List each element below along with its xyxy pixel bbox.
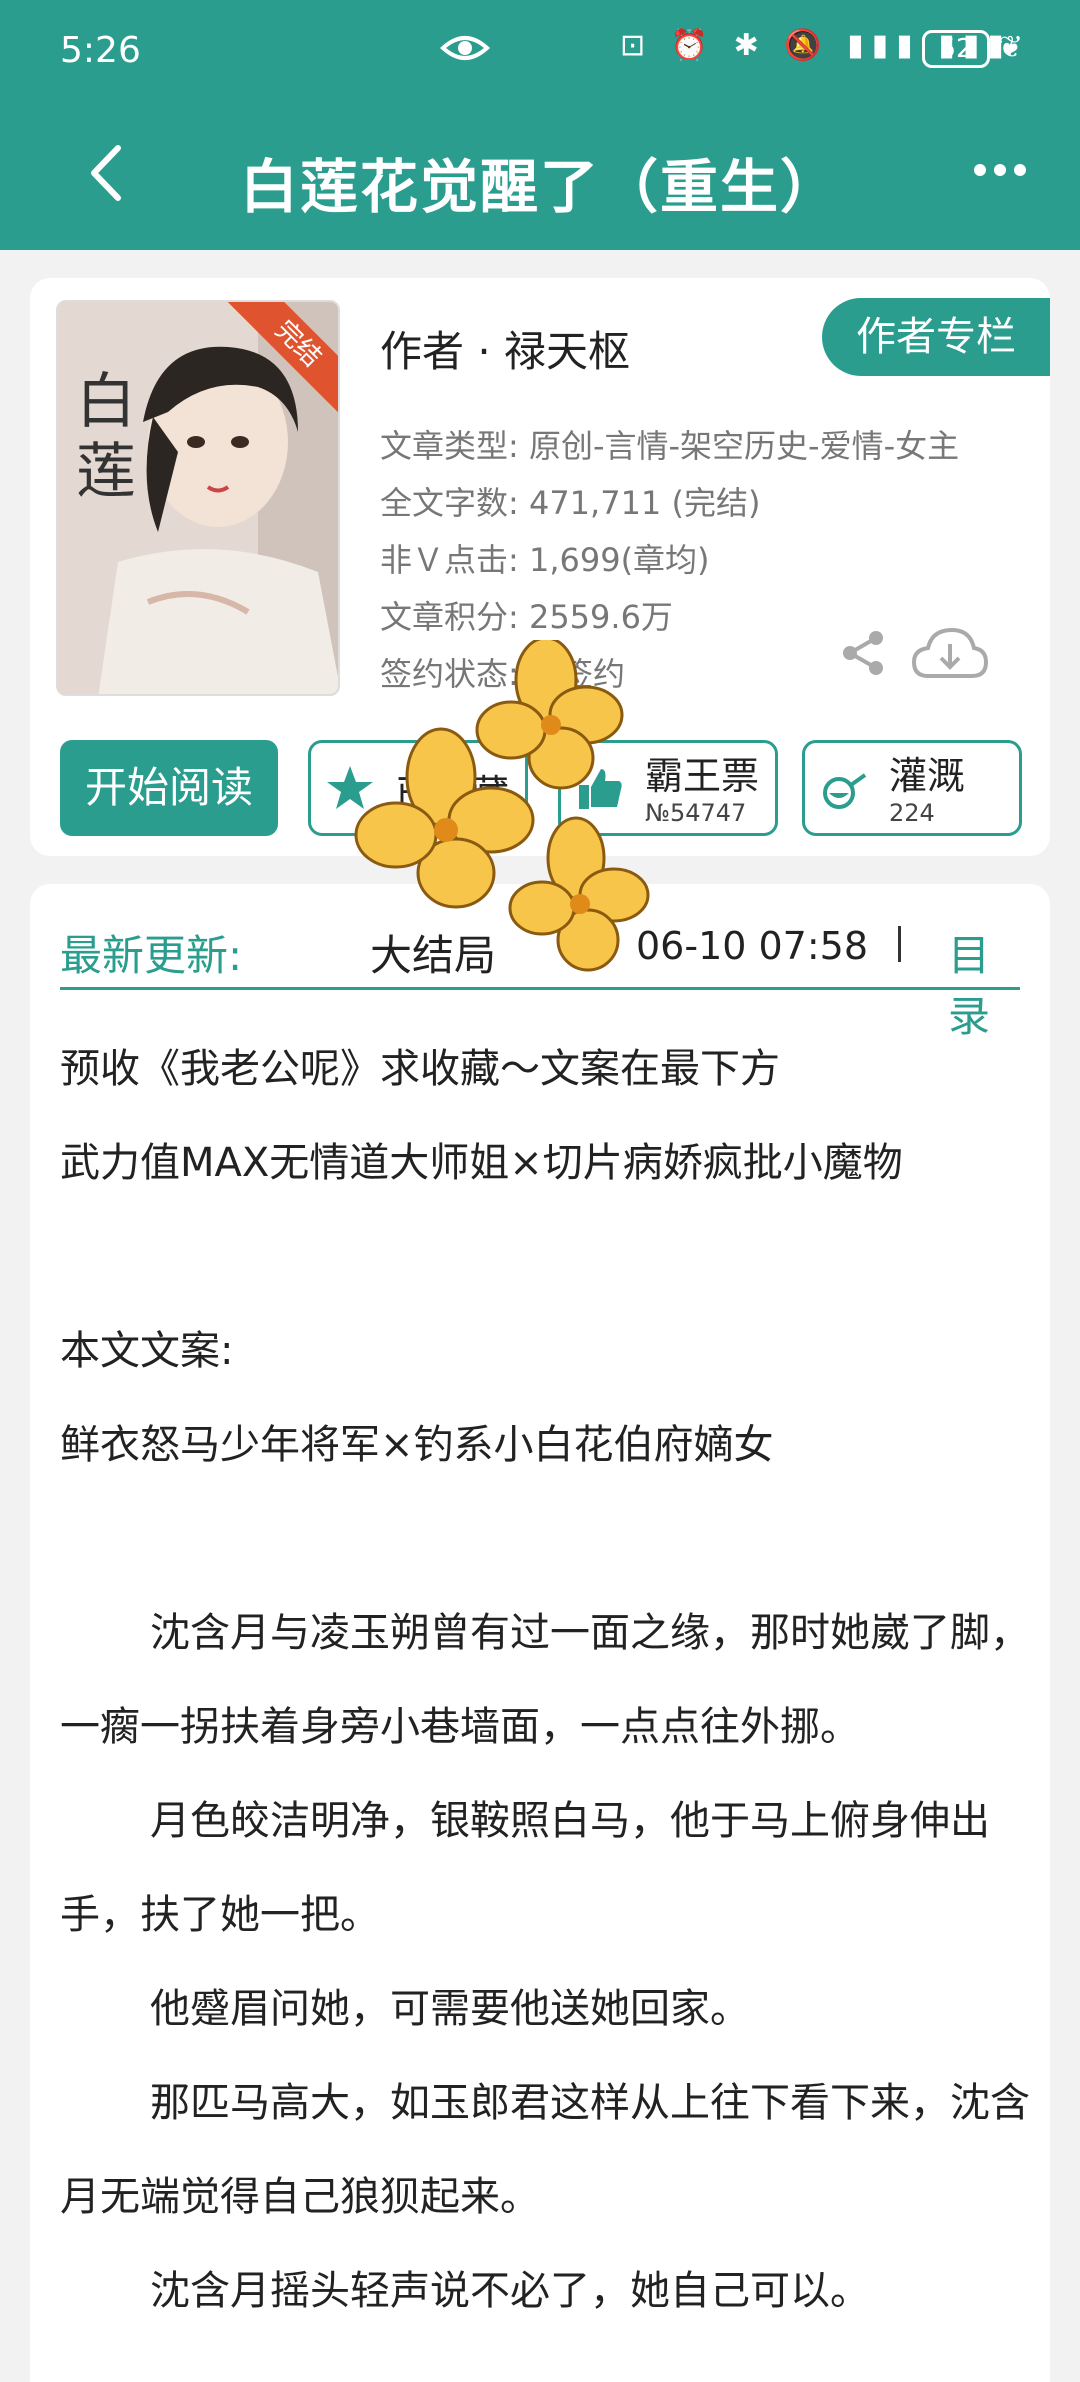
download-icon[interactable] <box>910 622 990 686</box>
thumbs-up-icon <box>579 769 622 809</box>
paragraph: 他蹙眉问她，可需要他送她回家。 <box>150 1986 750 2032</box>
watering-can-icon <box>823 773 867 809</box>
star-icon <box>327 766 373 809</box>
more-options-icon[interactable] <box>970 150 1030 190</box>
status-time: 5:26 <box>60 30 141 71</box>
paragraph: 那匹马高大，如玉郎君这样从上往下看下来，沈含月无端觉得自己狼狈起来。 <box>60 2080 1030 2220</box>
latest-chapter[interactable]: 大结局 <box>370 922 496 983</box>
author-name[interactable]: 作者 · 禄天枢 <box>380 318 630 379</box>
paragraph: 预收《我老公呢》求收藏～文案在最下方 <box>60 1046 780 1092</box>
vote-rank: №54747 <box>645 799 747 827</box>
author-column-button[interactable]: 作者专栏 <box>822 298 1050 376</box>
vote-label: 霸王票 <box>645 754 760 798</box>
paragraph: 鲜衣怒马少年将军×钓系小白花伯府嫡女 <box>60 1422 774 1468</box>
share-icon[interactable] <box>838 628 888 678</box>
divider <box>898 926 901 962</box>
paragraph: 沈含月与凌玉朔曾有过一面之缘，那时她崴了脚，一瘸一拐扶着身旁小巷墙面，一点点往外… <box>60 1610 1030 1750</box>
water-label: 灌溉 <box>889 754 966 798</box>
status-bar: 5:26 ⊡ ⏰ ✱ 🔕 ▮▮▮ ▮▮▮ 52 ❦ <box>0 0 1080 110</box>
latest-update-label: 最新更新: <box>60 931 243 980</box>
book-cover[interactable]: 白 莲 完结 <box>56 300 340 696</box>
synopsis-text: 预收《我老公呢》求收藏～文案在最下方 武力值MAX无情道大师姐×切片病娇疯批小魔… <box>60 1022 1040 2338</box>
latest-update-date: 06-10 07:58 <box>636 924 869 968</box>
start-reading-button[interactable]: 开始阅读 <box>60 740 278 836</box>
battery-icon: 52 <box>922 30 990 68</box>
water-button[interactable]: 灌溉 224 <box>802 740 1022 836</box>
paragraph: 武力值MAX无情道大师姐×切片病娇疯批小魔物 <box>60 1140 903 1186</box>
paragraph: 月色皎洁明净，银鞍照白马，他于马上俯身伸出手，扶了她一把。 <box>60 1798 990 1938</box>
paragraph: 本文文案: <box>60 1328 234 1374</box>
eye-icon <box>440 36 490 60</box>
meta-wordcount: 全文字数: 471,711 (完结) <box>380 484 761 522</box>
svg-text:白: 白 <box>76 367 136 437</box>
book-info-card: 白 莲 完结 作者 · 禄天枢 作者专栏 文章类型: 原创-言情-架空历史-爱情… <box>30 278 1050 856</box>
page-title: 白莲花觉醒了（重生） <box>239 153 840 221</box>
meta-clicks: 非Ｖ点击: 1,699(章均) <box>380 541 710 579</box>
favorite-button[interactable]: 已收藏 <box>308 740 528 836</box>
paragraph: 沈含月摇头轻声说不必了，她自己可以。 <box>150 2268 870 2314</box>
content-card: 最新更新: 大结局 06-10 07:58 目录 预收《我老公呢》求收藏～文案在… <box>30 884 1050 2382</box>
app-header: 5:26 ⊡ ⏰ ✱ 🔕 ▮▮▮ ▮▮▮ 52 ❦ 白莲花觉醒了（重生） <box>0 0 1080 250</box>
svg-text:莲: 莲 <box>76 437 136 507</box>
nav-bar: 白莲花觉醒了（重生） <box>0 110 1080 250</box>
vote-button[interactable]: 霸王票 №54747 <box>558 740 778 836</box>
water-count: 224 <box>889 799 935 827</box>
leaf-icon: ❦ <box>998 30 1024 65</box>
favorite-label: 已收藏 <box>395 772 510 816</box>
latest-update-bar[interactable]: 最新更新: 大结局 06-10 07:58 目录 <box>60 904 1020 1041</box>
meta-type: 文章类型: 原创-言情-架空历史-爱情-女主 <box>380 427 960 465</box>
